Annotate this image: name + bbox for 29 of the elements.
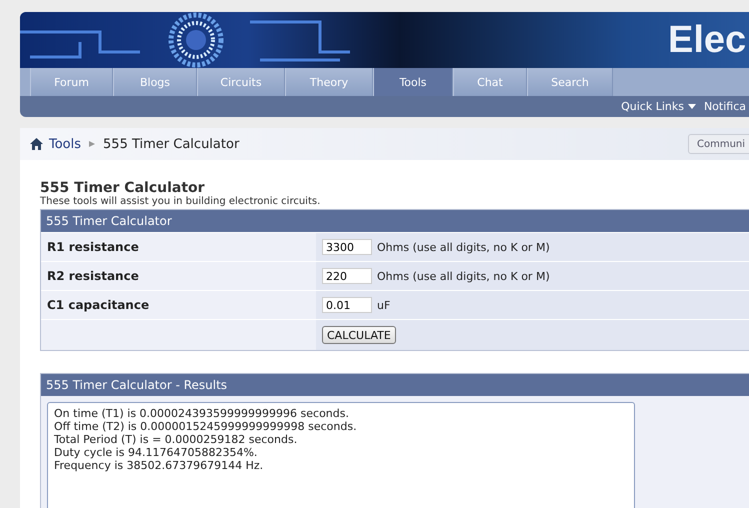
result-line: On time (T1) is 0.000024393599999999996 seconds. bbox=[54, 407, 350, 420]
page-title: 555 Timer Calculator bbox=[40, 180, 206, 196]
field-label: C1 capacitance bbox=[41, 291, 316, 319]
community-button[interactable]: Communi bbox=[688, 134, 749, 154]
unit-hint: Ohms (use all digits, no K or M) bbox=[377, 240, 550, 254]
unit-hint: Ohms (use all digits, no K or M) bbox=[377, 270, 550, 282]
site-title: Elec bbox=[668, 18, 746, 62]
results-heading: 555 Timer Calculator - Results bbox=[41, 374, 749, 396]
input-field[interactable]: 220 bbox=[322, 268, 372, 284]
result-line: Total Period (T) is = 0.0000259182 seconds. bbox=[54, 433, 298, 446]
nav-link[interactable]: Notifica bbox=[704, 100, 746, 113]
calculate-button[interactable]: CALCULATE bbox=[322, 326, 396, 344]
breadcrumb-current: 555 Timer Calculator bbox=[103, 136, 240, 152]
result-line: Off time (T2) is 0.0000015245999999999998 seconds. bbox=[54, 420, 358, 433]
caret-icon bbox=[688, 104, 696, 109]
field-label: R1 resistance bbox=[41, 233, 316, 261]
page-subtitle: These tools will assist you in building electronic circuits. bbox=[40, 196, 322, 207]
result-line: Duty cycle is 94.11764705882354%. bbox=[54, 446, 258, 459]
input-field[interactable]: 3300 bbox=[322, 239, 372, 255]
breadcrumb-link[interactable]: Tools bbox=[49, 136, 82, 152]
field-label: R2 resistance bbox=[41, 262, 316, 290]
result-line: Frequency is 38502.67379679144 Hz. bbox=[54, 459, 264, 472]
arrow-icon bbox=[87, 139, 98, 149]
quick-links-menu[interactable]: Quick Links bbox=[621, 100, 696, 113]
input-field[interactable]: 0.01 bbox=[322, 297, 372, 313]
nav-tab[interactable]: Tools bbox=[373, 68, 453, 96]
form-heading: 555 Timer Calculator bbox=[41, 210, 749, 232]
home-icon[interactable] bbox=[30, 138, 43, 150]
unit-hint: uF bbox=[377, 298, 390, 312]
